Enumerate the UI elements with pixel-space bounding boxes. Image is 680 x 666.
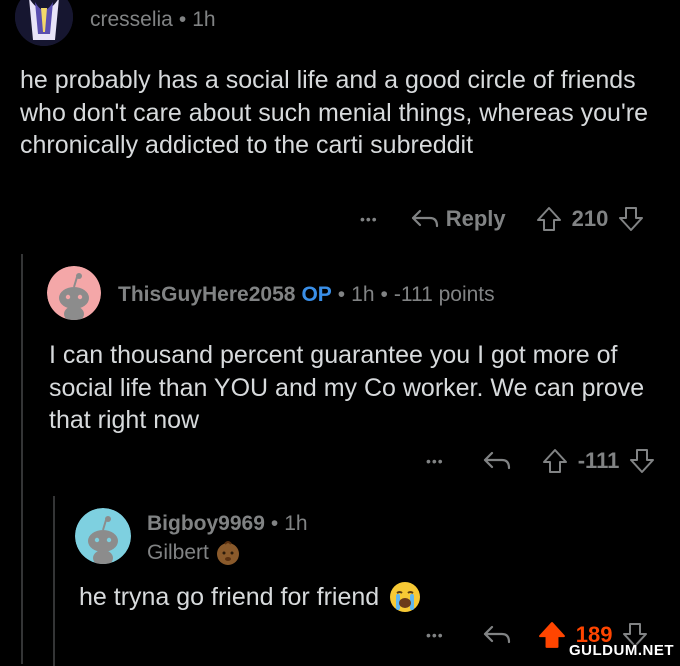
reply-button[interactable] — [482, 449, 512, 473]
upvote-arrow-icon — [536, 207, 561, 231]
separator-dot: • — [178, 8, 187, 31]
comment-meta: ThisGuyHere2058 OP • 1h • -111 points — [118, 283, 495, 307]
downvote-button[interactable] — [618, 206, 644, 232]
more-options-button[interactable]: ••• — [426, 627, 444, 643]
upvote-button[interactable] — [538, 621, 566, 649]
upvote-arrow-filled-icon — [538, 622, 565, 648]
username[interactable]: Bigboy9969 — [147, 512, 265, 535]
points: -111 points — [393, 283, 495, 306]
comment-body: he tryna go friend for friend — [79, 581, 639, 614]
timestamp: 1h — [284, 512, 308, 535]
upvote-button[interactable] — [536, 206, 562, 232]
vote-count: -111 — [577, 448, 620, 473]
username[interactable]: ThisGuyHere2058 — [118, 283, 295, 306]
separator-dot: • — [270, 512, 279, 535]
comment-actions: ••• Reply 210 — [360, 204, 644, 234]
snoo-avatar-icon — [75, 508, 131, 564]
timestamp: 1h — [351, 283, 375, 306]
pokemon-avatar-icon — [15, 0, 73, 46]
comment-meta: cresselia • 1h — [90, 8, 216, 32]
baby-emoji-icon — [216, 541, 239, 565]
comment-body: I can thousand percent guarantee you I g… — [49, 341, 645, 434]
upvote-arrow-icon — [542, 449, 567, 473]
reply-icon — [483, 625, 510, 644]
avatar[interactable] — [75, 508, 131, 564]
site-watermark: GULDUM.NET — [569, 642, 674, 659]
reply-button[interactable]: Reply — [410, 206, 506, 232]
comment-actions: ••• -111 — [426, 446, 655, 476]
timestamp: 1h — [192, 8, 216, 31]
downvote-arrow-icon — [619, 207, 644, 231]
more-options-button[interactable]: ••• — [426, 453, 444, 469]
downvote-button[interactable] — [629, 448, 655, 474]
more-options-button[interactable]: ••• — [360, 211, 378, 227]
separator-dot: • — [380, 283, 388, 306]
upvote-button[interactable] — [542, 448, 568, 474]
reply-button[interactable] — [482, 623, 512, 647]
snoo-avatar-icon — [47, 266, 101, 320]
downvote-arrow-icon — [630, 449, 655, 473]
separator-dot: • — [337, 283, 346, 306]
comment-text: he tryna go friend for friend — [79, 583, 380, 611]
op-badge: OP — [301, 283, 332, 306]
reply-icon — [483, 451, 510, 470]
flair-text: Gilbert — [147, 541, 209, 564]
user-flair: Gilbert — [147, 540, 241, 566]
avatar[interactable] — [47, 266, 101, 320]
username[interactable]: cresselia — [90, 8, 173, 31]
reply-label: Reply — [445, 206, 506, 231]
comment-body: he probably has a social life and a good… — [20, 66, 648, 159]
vote-count: 210 — [571, 206, 609, 231]
crying-face-emoji-icon — [390, 582, 421, 613]
thread-line[interactable] — [53, 496, 55, 666]
reply-icon — [411, 209, 438, 228]
thread-line[interactable] — [21, 254, 23, 664]
comment-meta: Bigboy9969 • 1h — [147, 512, 308, 536]
avatar[interactable] — [15, 0, 73, 46]
